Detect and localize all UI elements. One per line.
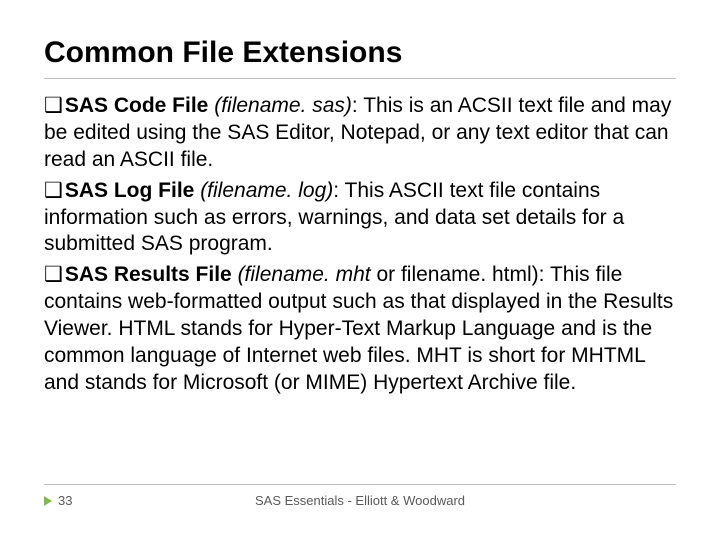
footer: 33 SAS Essentials - Elliott & Woodward: [0, 494, 720, 514]
footer-rule: [44, 484, 676, 485]
bullet-marker: ❑: [44, 263, 63, 286]
bullet-item: ❑SAS Code File (filename. sas): This is …: [44, 93, 676, 174]
slide-title: Common File Extensions: [44, 36, 676, 70]
bullet-paren: (filename. mht: [238, 263, 371, 286]
bullet-paren: (filename. log): [200, 179, 333, 202]
bullet-item: ❑SAS Results File (filename. mht or file…: [44, 262, 676, 396]
bullet-marker: ❑: [44, 94, 63, 117]
bullet-marker: ❑: [44, 179, 63, 202]
title-rule: [44, 78, 676, 79]
bullet-paren: (filename. sas): [214, 94, 352, 117]
bullet-label: SAS Results File: [65, 263, 232, 286]
bullet-item: ❑SAS Log File (filename. log): This ASCI…: [44, 178, 676, 259]
bullet-label: SAS Log File: [65, 179, 195, 202]
footer-text: SAS Essentials - Elliott & Woodward: [0, 493, 720, 508]
slide: Common File Extensions ❑SAS Code File (f…: [0, 0, 720, 540]
bullet-label: SAS Code File: [65, 94, 209, 117]
body-text: ❑SAS Code File (filename. sas): This is …: [44, 93, 676, 397]
